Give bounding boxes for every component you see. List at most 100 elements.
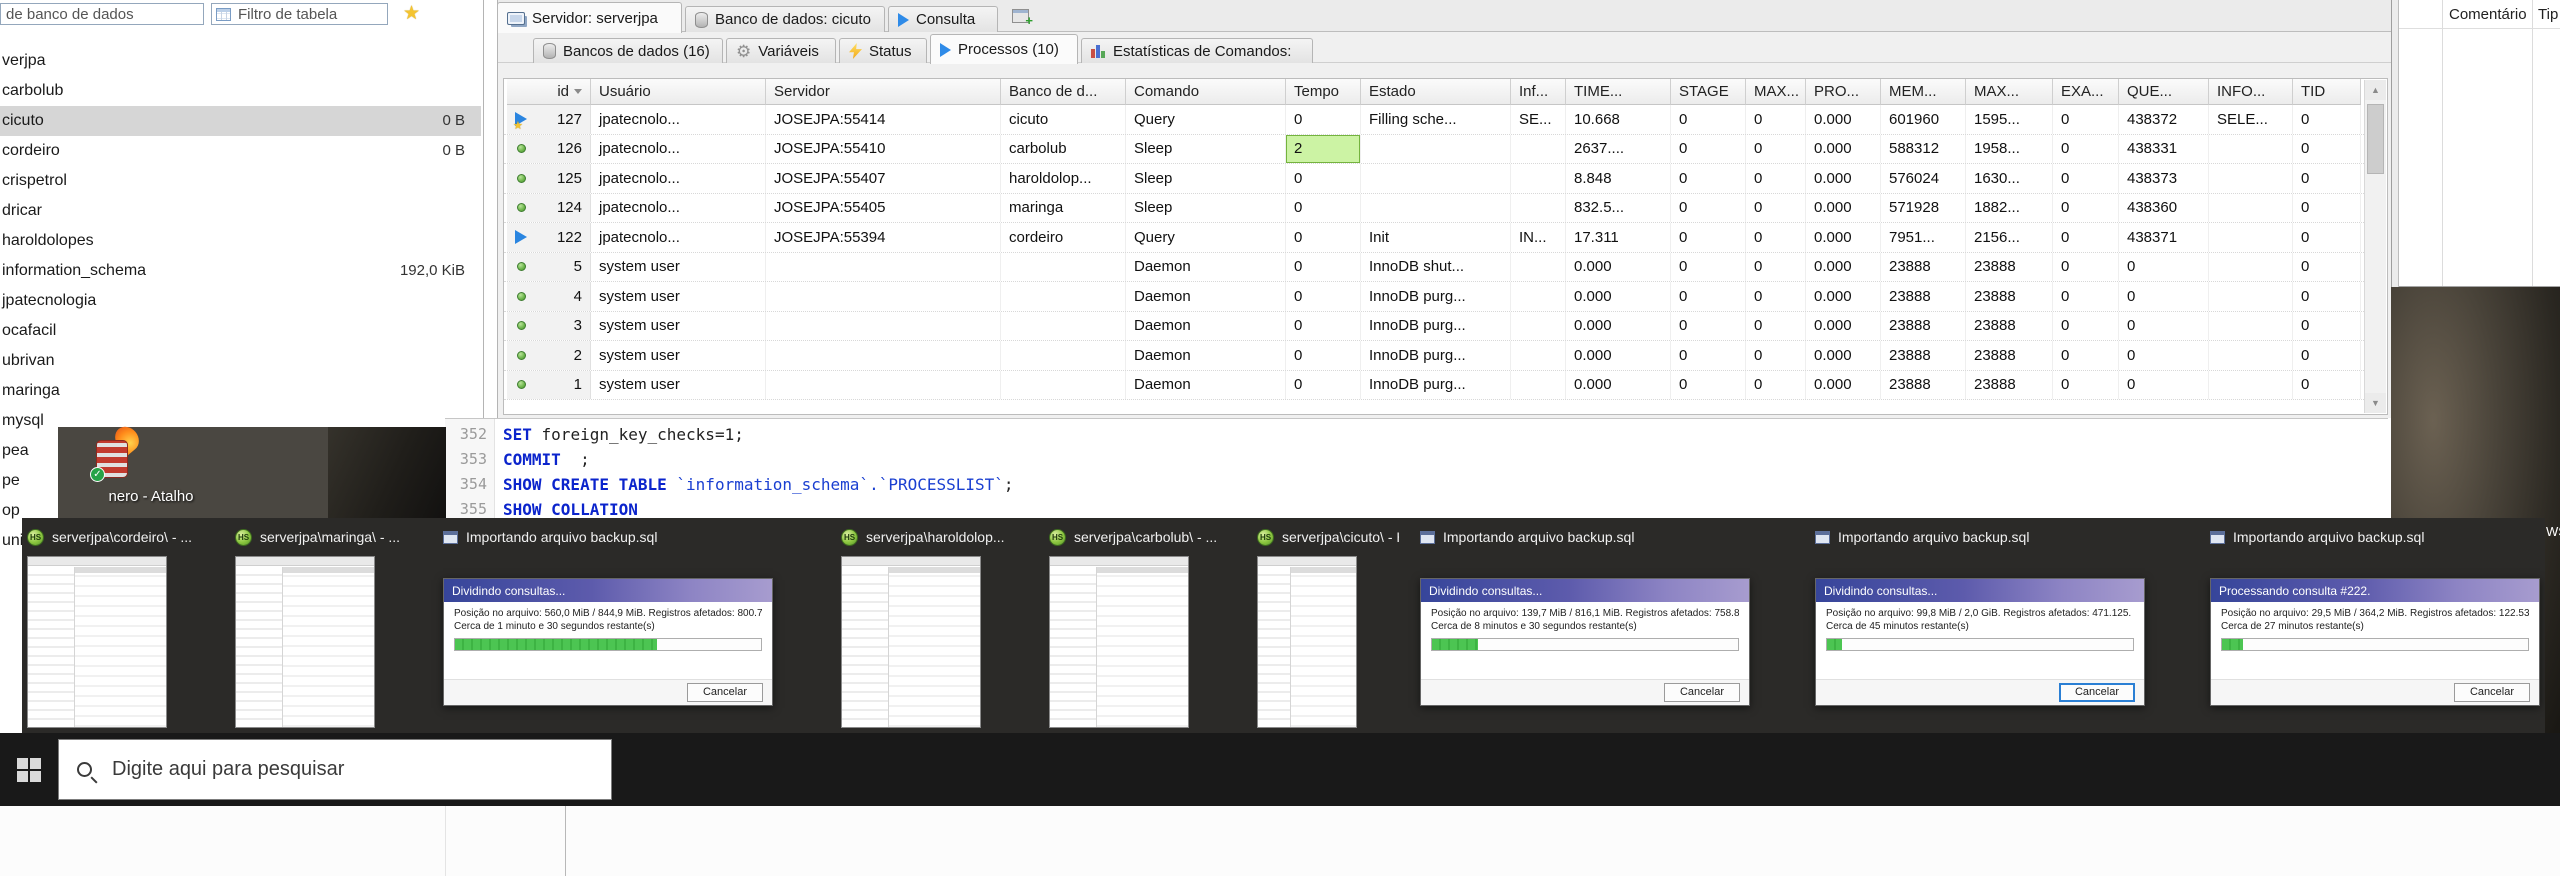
- comment-column-header[interactable]: Comentário: [2449, 6, 2527, 23]
- tab-bancos-de-dados-16[interactable]: Bancos de dados (16): [533, 38, 723, 63]
- column-header-servidor[interactable]: Servidor: [766, 79, 1001, 105]
- column-header-id[interactable]: id: [507, 79, 591, 105]
- dialog-eta-text: Cerca de 27 minutos restante(s): [2221, 621, 2529, 632]
- start-button[interactable]: [0, 733, 58, 806]
- process-row-122[interactable]: 122jpatecnolo...JOSEJPA:55394cordeiroQue…: [504, 223, 2364, 253]
- process-row-5[interactable]: 5system userDaemon0InnoDB shut...0.00000…: [504, 253, 2364, 283]
- row-state-play-star-icon: ★: [515, 112, 529, 127]
- window-thumbnail[interactable]: [235, 556, 375, 728]
- dialog-thumbnail[interactable]: Dividindo consultas...Posição no arquivo…: [443, 578, 773, 706]
- column-header-estado[interactable]: Estado: [1361, 79, 1511, 105]
- search-icon: [77, 762, 92, 777]
- new-query-tab-icon[interactable]: [1012, 9, 1029, 23]
- sidebar-item-carbolub[interactable]: carbolub: [0, 76, 481, 106]
- favorites-star-icon[interactable]: ★: [403, 2, 420, 25]
- sidebar-item-haroldolopes[interactable]: haroldolopes: [0, 226, 481, 256]
- dialog-thumbnail[interactable]: Processando consulta #222.Posição no arq…: [2210, 578, 2540, 706]
- column-header-comando[interactable]: Comando: [1126, 79, 1286, 105]
- column-header-tid[interactable]: TID: [2293, 79, 2361, 105]
- sidebar-item-cicuto[interactable]: cicuto0 B: [0, 106, 481, 136]
- row-state-play-icon: [515, 230, 529, 245]
- tab-processos-10[interactable]: Processos (10): [930, 34, 1078, 64]
- process-row-126[interactable]: 126jpatecnolo...JOSEJPA:55410carbolubSle…: [504, 135, 2364, 165]
- search-input[interactable]: [110, 757, 611, 782]
- nero-shortcut-icon[interactable]: ✓ nero - Atalho: [94, 428, 140, 484]
- sidebar-item-ocafacil[interactable]: ocafacil: [0, 316, 481, 346]
- column-header-inf[interactable]: Inf...: [1511, 79, 1566, 105]
- mini-tree-panel: [1258, 567, 1291, 727]
- sidebar-item-maringa[interactable]: maringa: [0, 376, 481, 406]
- dialog-window-icon: [1420, 531, 1435, 544]
- sidebar-item-dricar[interactable]: dricar: [0, 196, 481, 226]
- process-row-124[interactable]: 124jpatecnolo...JOSEJPA:55405maringaSlee…: [504, 194, 2364, 224]
- grid-vertical-scrollbar[interactable]: ▲ ▼: [2364, 80, 2386, 413]
- table-filter-input[interactable]: [236, 5, 383, 24]
- column-header-max[interactable]: MAX...: [1966, 79, 2053, 105]
- dialog-thumbnail[interactable]: Dividindo consultas...Posição no arquivo…: [1815, 578, 2145, 706]
- column-header-usu-rio[interactable]: Usuário: [591, 79, 766, 105]
- window-thumbnail[interactable]: [841, 556, 981, 728]
- window-thumbnail[interactable]: [27, 556, 167, 728]
- dialog-eta-text: Cerca de 8 minutos e 30 segundos restant…: [1431, 621, 1739, 632]
- sidebar-item-jpatecnologia[interactable]: jpatecnologia: [0, 286, 481, 316]
- scroll-down-icon[interactable]: ▼: [2365, 393, 2386, 413]
- cancel-button[interactable]: Cancelar: [687, 683, 763, 702]
- sidebar-item-cordeiro[interactable]: cordeiro0 B: [0, 136, 481, 166]
- column-header-max[interactable]: MAX...: [1746, 79, 1806, 105]
- bolt-icon: [849, 43, 862, 59]
- column-header-info[interactable]: INFO...: [2209, 79, 2293, 105]
- dialog-thumbnail[interactable]: Dividindo consultas...Posição no arquivo…: [1420, 578, 1750, 706]
- preview-title: Importando arquivo backup.sql: [1420, 522, 1792, 552]
- tab-banco-de-dados-cicuto[interactable]: Banco de dados: cicuto: [685, 6, 885, 32]
- mini-grid-panel: [75, 567, 166, 727]
- shortcut-check-icon: ✓: [90, 467, 105, 482]
- cancel-button[interactable]: Cancelar: [2454, 683, 2530, 702]
- process-row-1[interactable]: 1system userDaemon0InnoDB purg...0.00000…: [504, 371, 2364, 401]
- process-row-125[interactable]: 125jpatecnolo...JOSEJPA:55407haroldolop.…: [504, 164, 2364, 194]
- cancel-button[interactable]: Cancelar: [2059, 683, 2135, 702]
- column-header-banco-de-d[interactable]: Banco de d...: [1001, 79, 1126, 105]
- scrollbar-thumb[interactable]: [2367, 104, 2384, 174]
- wallpaper-photo: [328, 427, 446, 518]
- window-thumbnail[interactable]: [1257, 556, 1357, 728]
- column-header-tempo[interactable]: Tempo: [1286, 79, 1361, 105]
- mini-grid-panel: [1097, 567, 1188, 727]
- line-number: 354: [445, 475, 487, 493]
- tab-status[interactable]: Status: [839, 38, 927, 63]
- column-header-pro[interactable]: PRO...: [1806, 79, 1881, 105]
- sidebar-item-verjpa[interactable]: verjpa: [0, 46, 481, 76]
- tab-servidor-serverjpa[interactable]: Servidor: serverjpa: [497, 2, 682, 33]
- tab-estat-sticas-de-comandos[interactable]: Estatísticas de Comandos:: [1081, 38, 1313, 63]
- window-thumbnail[interactable]: [1049, 556, 1189, 728]
- column-header-mem[interactable]: MEM...: [1881, 79, 1966, 105]
- database-filter-input[interactable]: [0, 3, 204, 25]
- sql-line: SHOW COLLATION: [503, 500, 638, 519]
- heidisql-icon: HS: [27, 529, 44, 546]
- sidebar-item-ubrivan[interactable]: ubrivan: [0, 346, 481, 376]
- row-state-green-icon: [515, 289, 529, 304]
- tab-consulta[interactable]: Consulta: [888, 6, 998, 32]
- column-header-stage[interactable]: STAGE: [1671, 79, 1746, 105]
- cancel-button[interactable]: Cancelar: [1664, 683, 1740, 702]
- db-size-label: 192,0 KiB: [400, 256, 465, 286]
- column-header-time[interactable]: TIME...: [1566, 79, 1671, 105]
- tab-vari-veis[interactable]: ⚙Variáveis: [726, 38, 836, 63]
- sidebar-item-information-schema[interactable]: information_schema192,0 KiB: [0, 256, 481, 286]
- column-header-exa[interactable]: EXA...: [2053, 79, 2119, 105]
- play-icon: [898, 13, 909, 27]
- dialog-preview-7: Importando arquivo backup.sqlDividindo c…: [1815, 522, 2187, 728]
- process-row-127[interactable]: ★127jpatecnolo...JOSEJPA:55414cicutoQuer…: [504, 105, 2364, 135]
- divider-line: [445, 806, 446, 876]
- sidebar-item-crispetrol[interactable]: crispetrol: [0, 166, 481, 196]
- type-column-header[interactable]: Tip: [2538, 6, 2558, 23]
- front-window-edge: [2391, 0, 2399, 287]
- process-row-4[interactable]: 4system userDaemon0InnoDB purg...0.00000…: [504, 282, 2364, 312]
- mini-grid-panel: [889, 567, 980, 727]
- column-header-que[interactable]: QUE...: [2119, 79, 2209, 105]
- taskbar-search-box[interactable]: [58, 739, 612, 800]
- scroll-up-icon[interactable]: ▲: [2365, 80, 2386, 100]
- process-row-3[interactable]: 3system userDaemon0InnoDB purg...0.00000…: [504, 312, 2364, 342]
- process-row-2[interactable]: 2system userDaemon0InnoDB purg...0.00000…: [504, 341, 2364, 371]
- mini-toolbar: [842, 557, 980, 566]
- mini-grid-panel: [1291, 567, 1356, 727]
